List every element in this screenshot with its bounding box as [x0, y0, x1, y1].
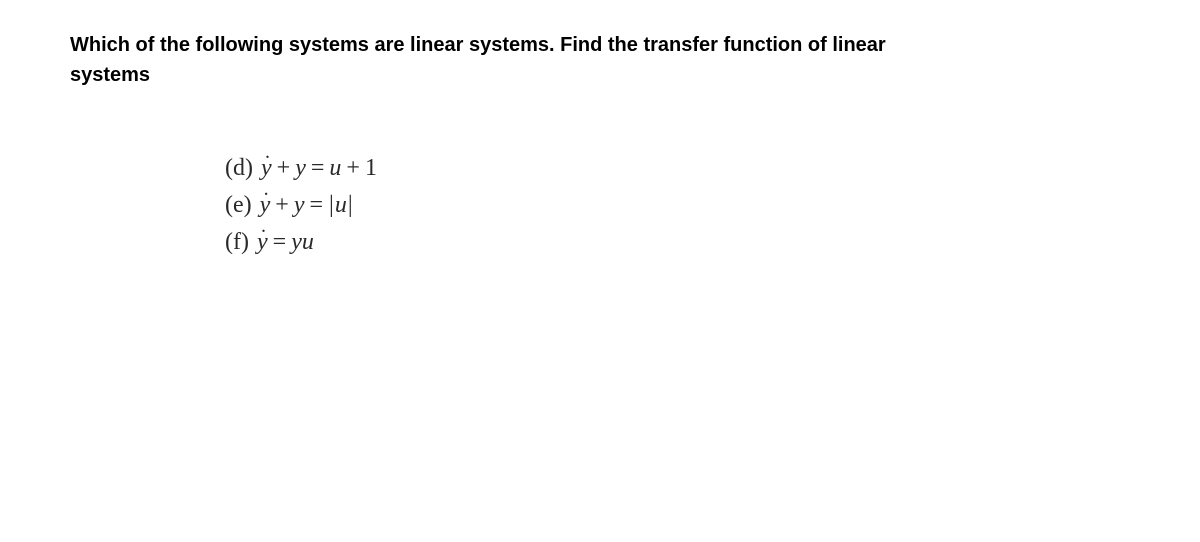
y-dot-variable: y [257, 224, 268, 260]
plus-operator: + [346, 155, 360, 181]
abs-bar-left: | [329, 192, 334, 218]
plus-operator: + [277, 155, 291, 181]
u-variable: u [335, 192, 347, 218]
u-variable: u [329, 155, 341, 181]
equation-e-expression: y+y=|u| [260, 187, 354, 223]
equation-e: (e) y+y=|u| [225, 187, 1130, 223]
abs-bar-right: | [348, 192, 353, 218]
y-variable: y [291, 229, 302, 255]
question-prompt: Which of the following systems are linea… [70, 30, 1130, 90]
equals-operator: = [273, 229, 287, 255]
equation-d: (d) y+y=u+1 [225, 150, 1130, 186]
question-line-1: Which of the following systems are linea… [70, 34, 886, 56]
equations-list: (d) y+y=u+1 (e) y+y=|u| (f) y=yu [225, 150, 1130, 260]
equation-d-label: (d) [225, 150, 253, 186]
equals-operator: = [310, 192, 324, 218]
u-variable: u [302, 229, 314, 255]
equation-e-label: (e) [225, 187, 252, 223]
equation-d-expression: y+y=u+1 [261, 150, 377, 186]
plus-operator: + [275, 192, 289, 218]
y-variable: y [295, 155, 306, 181]
equation-f-label: (f) [225, 224, 249, 260]
question-line-2: systems [70, 64, 150, 86]
equation-f: (f) y=yu [225, 224, 1130, 260]
constant-1: 1 [365, 155, 377, 181]
equals-operator: = [311, 155, 325, 181]
equation-f-expression: y=yu [257, 224, 314, 260]
y-variable: y [294, 192, 305, 218]
